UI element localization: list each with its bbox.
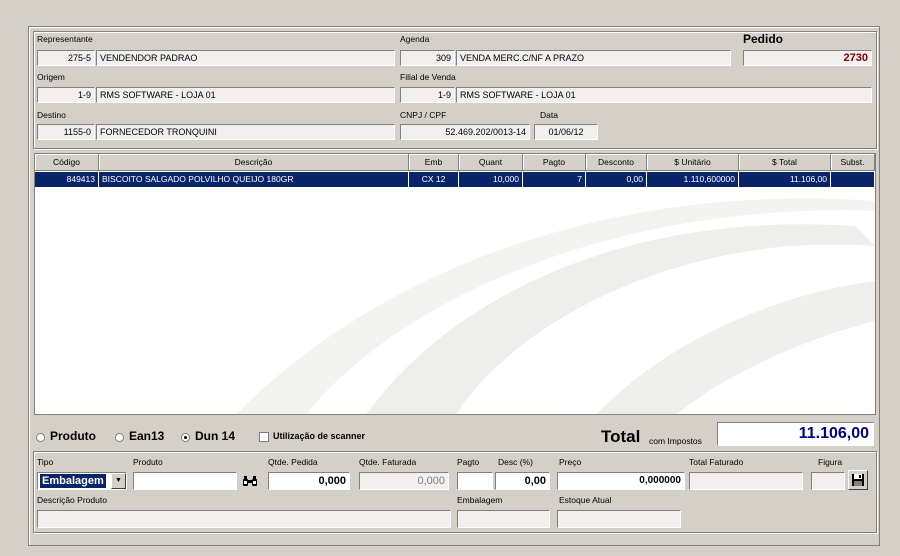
representante-name-field[interactable]: VENDENDOR PADRAO	[96, 50, 395, 66]
agenda-label: Agenda	[400, 34, 430, 44]
items-grid[interactable]: Código Descrição Emb Quant Pagto Descont…	[34, 153, 876, 415]
radio-ean13[interactable]	[115, 433, 124, 442]
filial-name-field[interactable]: RMS SOFTWARE - LOJA 01	[456, 87, 872, 103]
radio-dun14[interactable]	[181, 433, 190, 442]
desc-input[interactable]: 0,00	[495, 472, 550, 490]
preco-label: Preço	[559, 457, 582, 467]
agenda-name-field[interactable]: VENDA MERC.C/NF A PRAZO	[456, 50, 731, 66]
cell-codigo: 849413	[35, 172, 99, 187]
scanner-checkbox[interactable]	[259, 432, 269, 442]
col-header-pagto[interactable]: Pagto	[523, 154, 586, 171]
chevron-down-icon[interactable]: ▼	[111, 473, 126, 489]
cnpj-label: CNPJ / CPF	[400, 110, 447, 120]
radio-produto-label[interactable]: Produto	[50, 429, 96, 443]
qtde-faturada-input[interactable]: 0,000	[359, 472, 449, 490]
produto-input[interactable]	[133, 472, 237, 490]
total-label: Total	[601, 427, 641, 446]
figura-label: Figura	[818, 457, 843, 467]
cell-quant: 10,000	[459, 172, 523, 187]
qtde-faturada-label: Qtde. Faturada	[359, 457, 417, 467]
cell-total: 11.106,00	[739, 172, 831, 187]
col-header-descricao[interactable]: Descrição	[99, 154, 409, 171]
figura-field	[811, 472, 845, 490]
qtde-pedida-input[interactable]: 0,000	[268, 472, 350, 490]
pedido-number-field: 2730	[743, 50, 872, 66]
embalagem-field	[457, 510, 550, 528]
pagto-input[interactable]	[457, 472, 493, 490]
origem-name-field[interactable]: RMS SOFTWARE - LOJA 01	[96, 87, 395, 103]
filial-label: Filial de Venda	[400, 72, 456, 82]
col-header-subst[interactable]: Subst.	[831, 154, 875, 171]
watermark-swoosh	[236, 198, 875, 414]
estoque-atual-field	[557, 510, 681, 528]
cell-descricao: BISCOITO SALGADO POLVILHO QUEIJO 180GR	[99, 172, 409, 187]
save-button[interactable]	[848, 470, 868, 490]
cell-unitario: 1.110,600000	[647, 172, 739, 187]
origem-code-field[interactable]: 1-9	[37, 87, 95, 103]
cnpj-field[interactable]: 52.469.202/0013-14	[400, 124, 530, 140]
floppy-disk-icon	[852, 474, 864, 486]
total-value: 11.106,00	[717, 422, 874, 446]
col-header-emb[interactable]: Emb	[409, 154, 459, 171]
data-label: Data	[540, 110, 558, 120]
origem-label: Origem	[37, 72, 65, 82]
descricao-produto-label: Descrição Produto	[37, 495, 107, 505]
tipo-label: Tipo	[37, 457, 54, 467]
tipo-select[interactable]: Embalagem ▼	[37, 472, 127, 490]
representante-code-field[interactable]: 275-5	[37, 50, 95, 66]
destino-name-field[interactable]: FORNECEDOR TRONQUINI	[96, 124, 395, 140]
radio-ean13-label[interactable]: Ean13	[129, 429, 164, 443]
descricao-produto-field	[37, 510, 451, 528]
col-header-codigo[interactable]: Código	[35, 154, 99, 171]
embalagem-label: Embalagem	[457, 495, 503, 505]
desc-label: Desc (%)	[498, 457, 533, 467]
tipo-selected-value: Embalagem	[40, 474, 106, 488]
representante-label: Representante	[37, 34, 93, 44]
col-header-total[interactable]: $ Total	[739, 154, 831, 171]
filial-code-field[interactable]: 1-9	[400, 87, 455, 103]
total-sublabel: com Impostos	[649, 436, 702, 446]
total-faturado-label: Total Faturado	[689, 457, 744, 467]
radio-produto[interactable]	[36, 433, 45, 442]
cell-subst	[831, 172, 875, 187]
data-field[interactable]: 01/06/12	[534, 124, 598, 140]
cell-emb: CX 12	[409, 172, 459, 187]
total-faturado-field	[689, 472, 803, 490]
produto-label: Produto	[133, 457, 163, 467]
col-header-quant[interactable]: Quant	[459, 154, 523, 171]
estoque-atual-label: Estoque Atual	[559, 495, 612, 505]
destino-code-field[interactable]: 1155-0	[37, 124, 95, 140]
preco-input[interactable]: 0,000000	[557, 472, 685, 490]
col-header-desconto[interactable]: Desconto	[586, 154, 647, 171]
binoculars-icon[interactable]	[242, 474, 258, 488]
pagto-label: Pagto	[457, 457, 480, 467]
qtde-pedida-label: Qtde. Pedida	[268, 457, 318, 467]
agenda-code-field[interactable]: 309	[400, 50, 455, 66]
scanner-label[interactable]: Utilização de scanner	[273, 431, 365, 441]
radio-dun14-label[interactable]: Dun 14	[195, 429, 235, 443]
pedido-label: Pedido	[743, 32, 784, 46]
col-header-unitario[interactable]: $ Unitário	[647, 154, 739, 171]
destino-label: Destino	[37, 110, 66, 120]
cell-pagto: 7	[523, 172, 586, 187]
cell-desconto: 0,00	[586, 172, 647, 187]
